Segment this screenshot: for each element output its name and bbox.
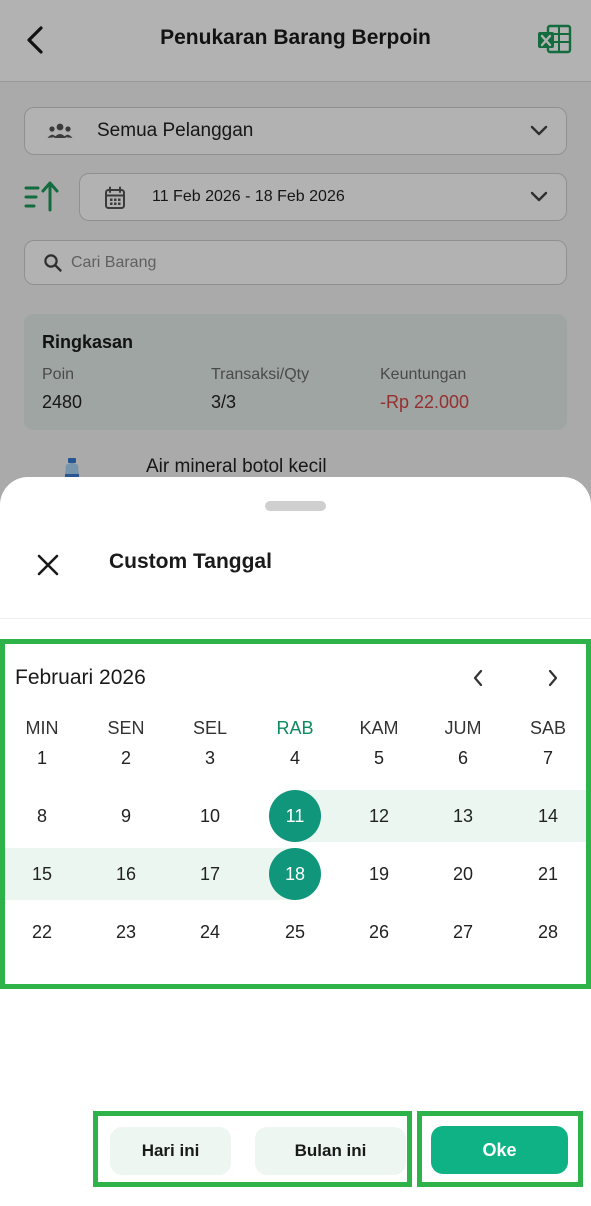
day-cell[interactable]: 14: [522, 790, 574, 842]
day-cell[interactable]: 13: [437, 790, 489, 842]
previous-month-icon[interactable]: [460, 660, 496, 696]
day-cell[interactable]: 26: [353, 906, 405, 958]
day-cell[interactable]: 6: [437, 732, 489, 784]
day-cell[interactable]: 3: [184, 732, 236, 784]
today-button[interactable]: Hari ini: [110, 1127, 231, 1175]
day-cell[interactable]: 16: [100, 848, 152, 900]
day-cell[interactable]: 17: [184, 848, 236, 900]
sheet-title: Custom Tanggal: [109, 550, 272, 573]
day-cell[interactable]: 10: [184, 790, 236, 842]
ok-button[interactable]: Oke: [431, 1126, 568, 1174]
day-cell[interactable]: 21: [522, 848, 574, 900]
day-cell[interactable]: 22: [16, 906, 68, 958]
day-cell[interactable]: 1: [16, 732, 68, 784]
day-cell[interactable]: 24: [184, 906, 236, 958]
ok-button-wrapper: Oke: [417, 1111, 583, 1187]
selected-day-cell[interactable]: 18: [269, 848, 321, 900]
quick-range-buttons: Hari ini Bulan ini: [93, 1111, 412, 1187]
day-cell[interactable]: 4: [269, 732, 321, 784]
day-cell[interactable]: 8: [16, 790, 68, 842]
day-cell[interactable]: 20: [437, 848, 489, 900]
divider: [0, 618, 591, 619]
day-cell[interactable]: 2: [100, 732, 152, 784]
day-cell[interactable]: 7: [522, 732, 574, 784]
selected-day-cell[interactable]: 11: [269, 790, 321, 842]
day-cell[interactable]: 28: [522, 906, 574, 958]
this-month-button[interactable]: Bulan ini: [255, 1127, 406, 1175]
month-label: Februari 2026: [15, 666, 146, 689]
day-cell[interactable]: 12: [353, 790, 405, 842]
day-cell[interactable]: 19: [353, 848, 405, 900]
day-cell[interactable]: 5: [353, 732, 405, 784]
close-icon[interactable]: [30, 547, 66, 583]
custom-date-sheet: Custom Tanggal Februari 2026 MIN SEN SEL RA…: [0, 477, 591, 1206]
calendar: Februari 2026 MIN SEN SEL RAB KAM JUM SAB 1234…: [0, 639, 591, 989]
day-cell[interactable]: 23: [100, 906, 152, 958]
drag-handle[interactable]: [265, 501, 326, 511]
day-cell[interactable]: 15: [16, 848, 68, 900]
day-cell[interactable]: 27: [437, 906, 489, 958]
next-month-icon[interactable]: [535, 660, 571, 696]
day-cell[interactable]: 25: [269, 906, 321, 958]
day-cell[interactable]: 9: [100, 790, 152, 842]
